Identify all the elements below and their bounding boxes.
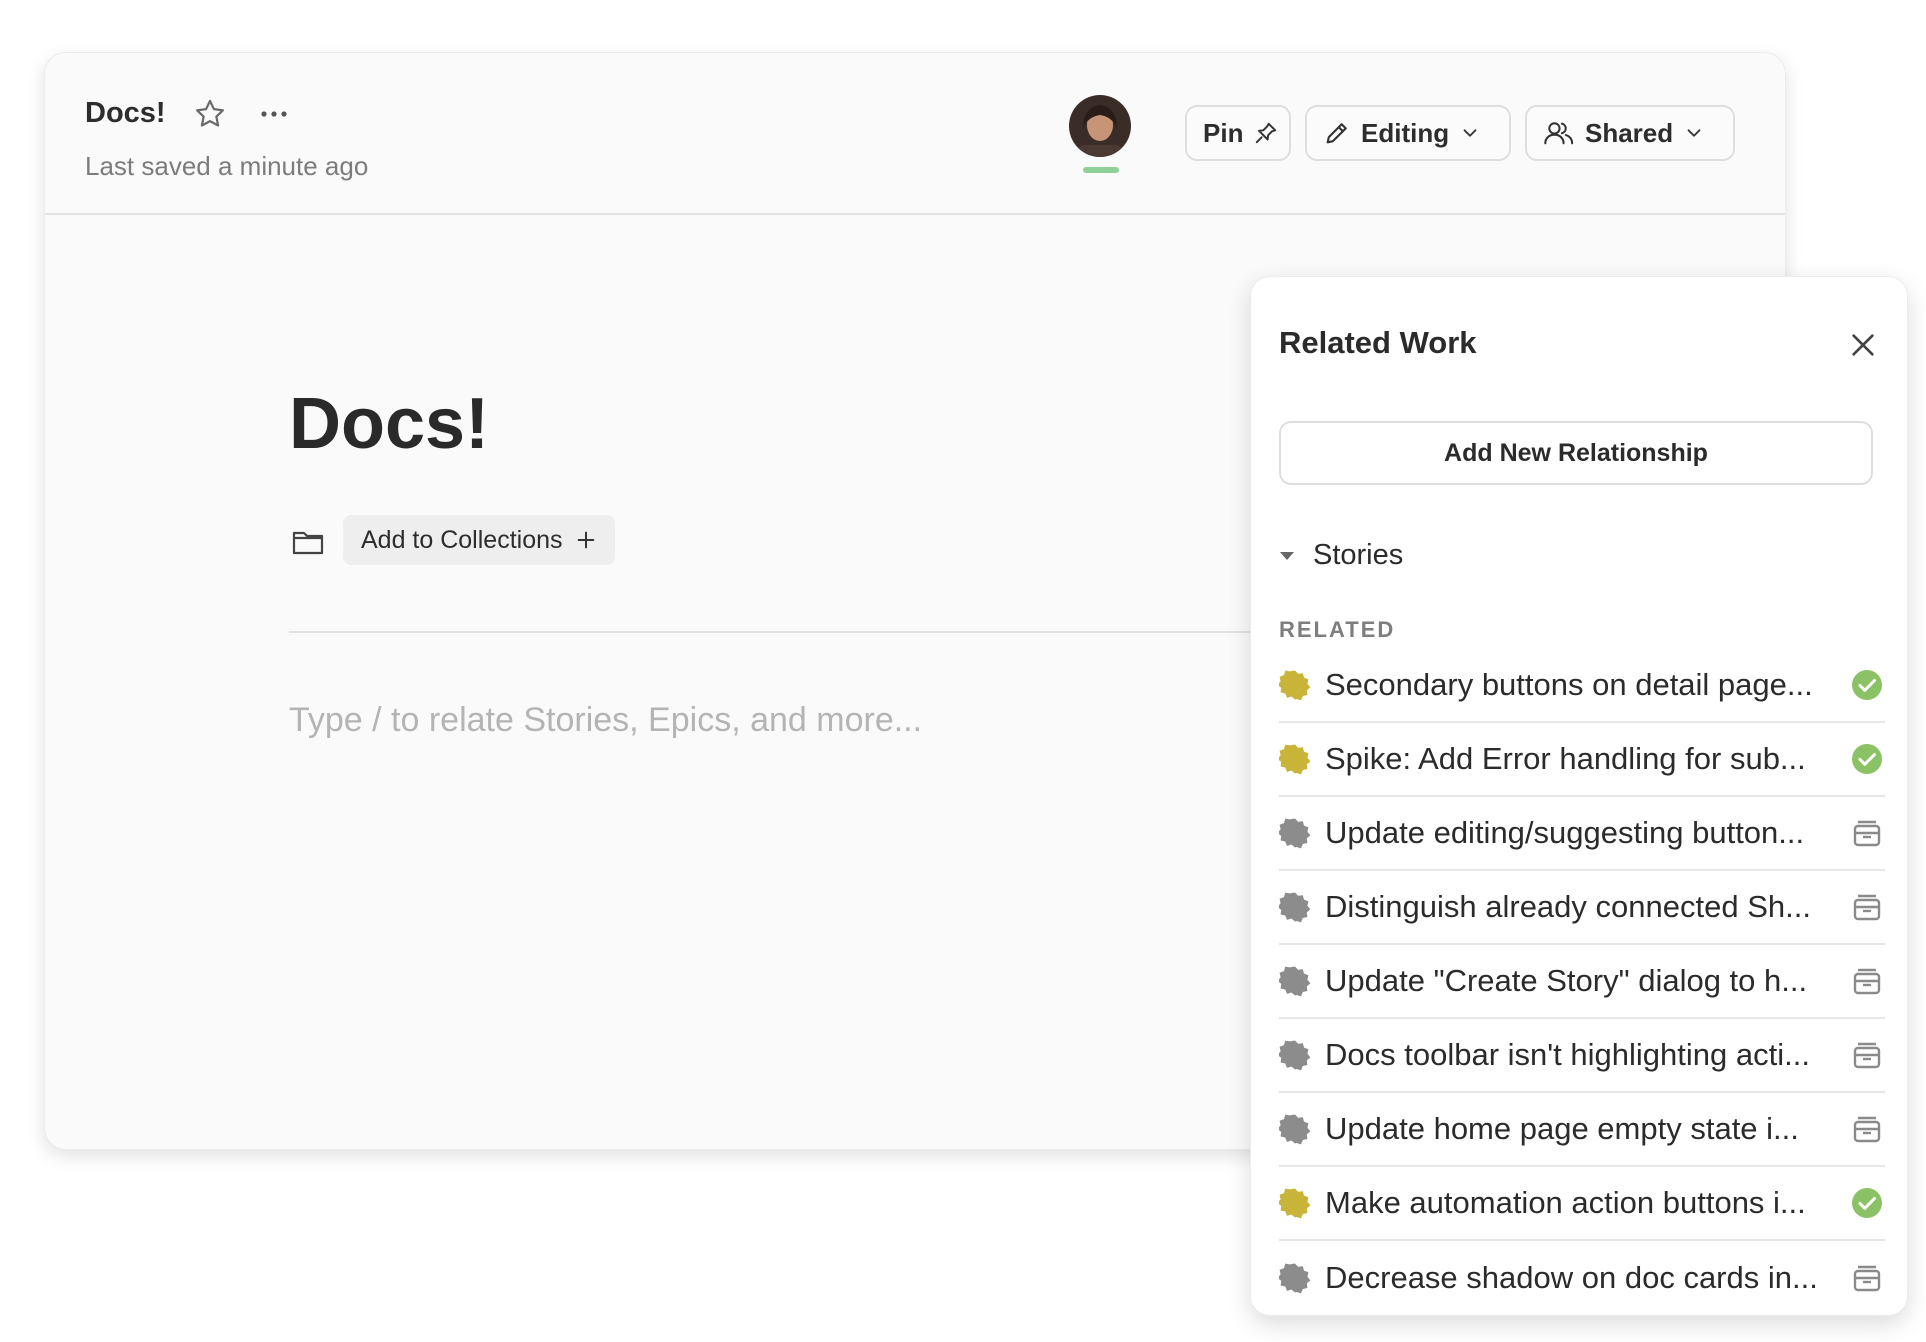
close-icon[interactable] bbox=[1847, 329, 1879, 361]
chevron-down-icon bbox=[1463, 129, 1477, 137]
story-title: Update home page empty state i... bbox=[1325, 1111, 1799, 1146]
add-new-relationship-button[interactable]: Add New Relationship bbox=[1279, 421, 1873, 485]
doc-header-title: Docs! bbox=[85, 97, 166, 129]
story-title: Update "Create Story" dialog to h... bbox=[1325, 963, 1808, 998]
story-row[interactable]: Make automation action buttons i... bbox=[1277, 1167, 1885, 1241]
story-title: Spike: Add Error handling for sub... bbox=[1325, 741, 1806, 776]
pin-icon bbox=[1256, 122, 1277, 144]
story-row[interactable]: Update editing/suggesting button... bbox=[1277, 797, 1885, 871]
pin-label: Pin bbox=[1203, 117, 1244, 148]
caret-down-icon bbox=[1280, 551, 1294, 560]
related-work-panel: Related Work Add New Relationship Storie… bbox=[1250, 276, 1908, 1316]
chevron-down-icon bbox=[1687, 129, 1701, 137]
story-state-inactive-icon bbox=[1277, 1262, 1311, 1294]
archive-icon bbox=[1851, 1262, 1883, 1294]
story-state-active-icon bbox=[1277, 1187, 1311, 1219]
story-row[interactable]: Docs toolbar isn't highlighting acti... bbox=[1277, 1019, 1885, 1093]
related-group-label: RELATED bbox=[1279, 617, 1396, 642]
check-circle-icon bbox=[1851, 1187, 1883, 1219]
archive-icon bbox=[1851, 1039, 1883, 1071]
plus-icon bbox=[577, 531, 594, 549]
story-list: Secondary buttons on detail page... Spike… bbox=[1277, 649, 1885, 1315]
story-state-inactive-icon bbox=[1277, 817, 1311, 849]
pin-button[interactable]: Pin bbox=[1185, 105, 1291, 161]
story-state-inactive-icon bbox=[1277, 1039, 1311, 1071]
story-row[interactable]: Spike: Add Error handling for sub... bbox=[1277, 723, 1885, 797]
shared-dropdown[interactable]: Shared bbox=[1525, 105, 1735, 161]
archive-icon bbox=[1851, 965, 1883, 997]
story-title: Docs toolbar isn't highlighting acti... bbox=[1325, 1037, 1810, 1072]
check-circle-icon bbox=[1851, 743, 1883, 775]
last-saved-text: Last saved a minute ago bbox=[85, 151, 369, 181]
story-row[interactable]: Update home page empty state i... bbox=[1277, 1093, 1885, 1167]
editing-mode-dropdown[interactable]: Editing bbox=[1305, 105, 1511, 161]
story-state-inactive-icon bbox=[1277, 965, 1311, 997]
archive-icon bbox=[1851, 817, 1883, 849]
pencil-icon bbox=[1326, 123, 1347, 144]
editor-placeholder[interactable]: Type / to relate Stories, Epics, and mor… bbox=[289, 701, 922, 740]
editing-label: Editing bbox=[1361, 117, 1450, 148]
story-state-active-icon bbox=[1277, 669, 1311, 701]
folder-icon bbox=[292, 531, 324, 555]
story-row[interactable]: Secondary buttons on detail page... bbox=[1277, 649, 1885, 723]
panel-title: Related Work bbox=[1279, 325, 1477, 360]
archive-icon bbox=[1851, 1113, 1883, 1145]
story-title: Make automation action buttons i... bbox=[1325, 1185, 1806, 1220]
check-circle-icon bbox=[1851, 669, 1883, 701]
avatar[interactable] bbox=[1069, 95, 1131, 157]
story-row[interactable]: Update "Create Story" dialog to h... bbox=[1277, 945, 1885, 1019]
presence-indicator bbox=[1083, 167, 1119, 173]
doc-header: Docs! Last saved a minute ago Pin Editin… bbox=[45, 53, 1785, 215]
story-title: Secondary buttons on detail page... bbox=[1325, 667, 1813, 702]
doc-title[interactable]: Docs! bbox=[289, 383, 489, 465]
stories-section-toggle[interactable]: Stories bbox=[1279, 539, 1403, 572]
story-state-inactive-icon bbox=[1277, 1113, 1311, 1145]
shared-label: Shared bbox=[1585, 117, 1674, 148]
archive-icon bbox=[1851, 891, 1883, 923]
users-icon bbox=[1544, 122, 1574, 145]
star-icon[interactable] bbox=[193, 97, 227, 131]
story-state-inactive-icon bbox=[1277, 891, 1311, 923]
story-row[interactable]: Distinguish already connected Sh... bbox=[1277, 871, 1885, 945]
add-to-collections-label: Add to Collections bbox=[361, 525, 563, 554]
story-title: Update editing/suggesting button... bbox=[1325, 815, 1805, 850]
story-title: Distinguish already connected Sh... bbox=[1325, 889, 1811, 924]
more-icon[interactable] bbox=[257, 99, 291, 129]
story-state-active-icon bbox=[1277, 743, 1311, 775]
stories-label: Stories bbox=[1313, 539, 1404, 571]
divider bbox=[289, 631, 1309, 633]
story-title: Decrease shadow on doc cards in... bbox=[1325, 1260, 1818, 1295]
add-to-collections-button[interactable]: Add to Collections bbox=[343, 515, 615, 565]
story-row[interactable]: Decrease shadow on doc cards in... bbox=[1277, 1241, 1885, 1315]
